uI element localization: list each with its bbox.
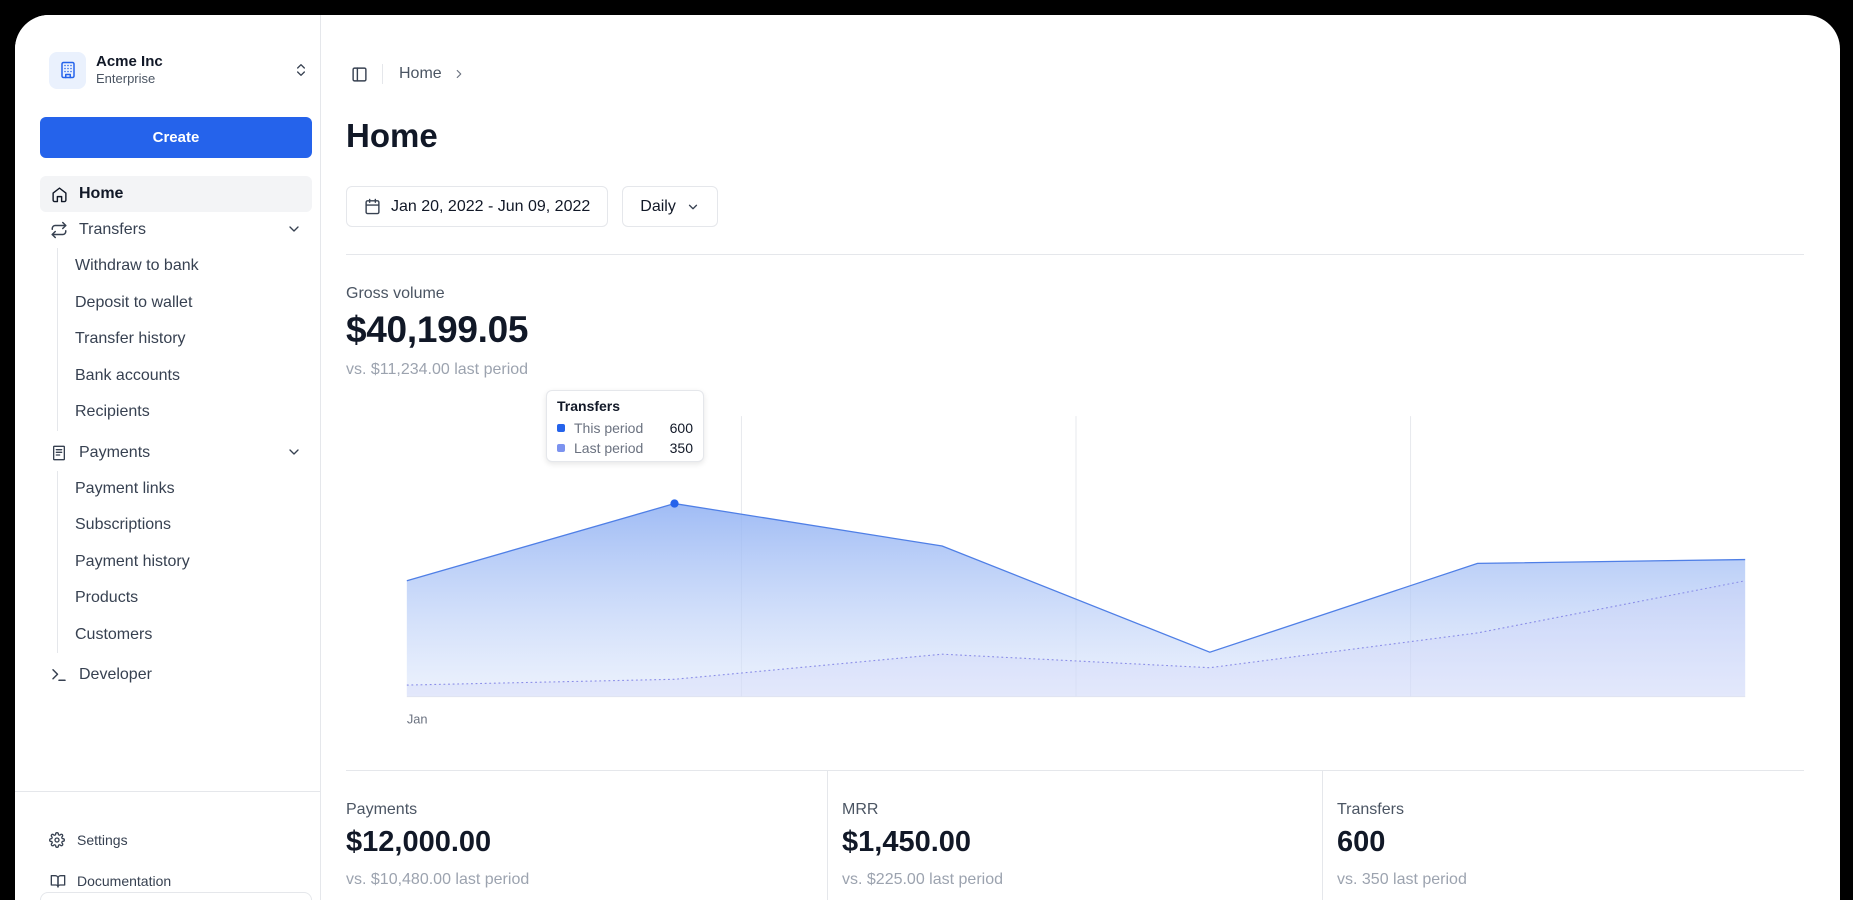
sidebar-item-payment-history[interactable]: Payment history: [75, 544, 312, 581]
documentation-link[interactable]: Documentation: [49, 869, 171, 893]
calendar-icon: [364, 198, 381, 215]
sidebar-item-deposit-to-wallet[interactable]: Deposit to wallet: [75, 285, 312, 322]
tooltip-row: Last period 350: [557, 438, 693, 458]
chart-tooltip: Transfers This period 600 Last period 35…: [546, 390, 704, 462]
this-period-swatch: [557, 424, 565, 432]
terminal-icon: [50, 666, 68, 684]
payments-subnav: Payment links Subscriptions Payment hist…: [57, 470, 312, 654]
sidebar-item-label: Payments: [79, 443, 151, 461]
org-switcher[interactable]: Acme Inc Enterprise: [49, 51, 317, 89]
sidebar-item-recipients[interactable]: Recipients: [75, 394, 312, 431]
metric-divider: [827, 770, 828, 900]
interval-select[interactable]: Daily: [622, 186, 718, 227]
gross-volume-label: Gross volume: [346, 285, 445, 302]
topbar-separator: [382, 64, 383, 84]
transfers-subnav: Withdraw to bank Deposit to wallet Trans…: [57, 248, 312, 431]
chevron-down-icon: [286, 221, 302, 242]
metric-card-mrr[interactable]: MRR $1,450.00 vs. $225.00 last period: [842, 770, 1322, 900]
tooltip-row-value: 350: [669, 440, 693, 456]
date-range-picker[interactable]: Jan 20, 2022 - Jun 09, 2022: [346, 186, 609, 227]
filters-divider: [346, 254, 1804, 255]
sidebar-item-products[interactable]: Products: [75, 580, 312, 617]
tooltip-row-value: 600: [669, 420, 693, 436]
sidebar-item-home[interactable]: Home: [40, 176, 312, 212]
sidebar-item-payment-links[interactable]: Payment links: [75, 471, 312, 508]
arrows-transfer-icon: [50, 221, 68, 239]
app-window: Acme Inc Enterprise Create Home Transfer…: [15, 15, 1840, 900]
documentation-label: Documentation: [77, 873, 172, 889]
sidebar-nav: Home Transfers Withdraw to bank Deposit …: [40, 176, 312, 693]
create-button[interactable]: Create: [40, 117, 312, 158]
tooltip-title: Transfers: [557, 398, 621, 414]
metric-value: $12,000.00: [346, 826, 492, 858]
metric-compare: vs. $10,480.00 last period: [346, 871, 530, 888]
sidebar-item-label: Developer: [79, 666, 152, 683]
gross-volume-compare: vs. $11,234.00 last period: [346, 361, 529, 378]
metric-label: MRR: [842, 801, 879, 818]
sidebar-item-transfers[interactable]: Transfers: [40, 212, 312, 248]
settings-link[interactable]: Settings: [49, 828, 128, 852]
topbar: Home: [346, 61, 466, 87]
metric-value: $1,450.00: [842, 826, 972, 858]
metric-label: Transfers: [1337, 801, 1404, 818]
gross-volume-value: $40,199.05: [346, 309, 529, 350]
sidebar-item-bank-accounts[interactable]: Bank accounts: [75, 358, 312, 395]
metric-compare: vs. $225.00 last period: [842, 871, 1003, 888]
main-content: Home Home Jan 20, 2022 - Jun 09, 2022 Da…: [321, 15, 1840, 900]
metric-compare: vs. 350 last period: [1337, 871, 1467, 888]
sidebar: Acme Inc Enterprise Create Home Transfer…: [15, 15, 321, 900]
user-card[interactable]: [40, 892, 312, 900]
tooltip-row: This period 600: [557, 418, 693, 438]
sidebar-footer: [15, 791, 321, 792]
sidebar-item-payments[interactable]: Payments: [40, 435, 312, 471]
sidebar-item-subscriptions[interactable]: Subscriptions: [75, 507, 312, 544]
sidebar-item-customers[interactable]: Customers: [75, 617, 312, 654]
home-icon: [50, 185, 68, 203]
tooltip-row-label: Last period: [574, 440, 644, 456]
metric-value: 600: [1337, 826, 1386, 858]
sidebar-item-developer[interactable]: Developer: [40, 657, 312, 693]
chevron-down-icon: [286, 444, 302, 465]
settings-label: Settings: [77, 832, 128, 848]
date-range-label: Jan 20, 2022 - Jun 09, 2022: [391, 197, 591, 215]
sidebar-item-label: Transfers: [79, 221, 146, 238]
x-axis-tick-label: Jan: [407, 711, 428, 726]
building-icon: [49, 51, 86, 89]
metric-label: Payments: [346, 801, 418, 818]
book-open-icon: [49, 873, 67, 889]
chevron-right-icon: [452, 67, 466, 81]
chevron-down-icon: [686, 200, 700, 214]
interval-label: Daily: [640, 197, 676, 215]
metrics-row: Payments $12,000.00 vs. $10,480.00 last …: [346, 770, 1806, 900]
sidebar-item-label: Home: [79, 185, 124, 202]
chevrons-up-down-icon[interactable]: [293, 61, 309, 84]
metric-card-payments[interactable]: Payments $12,000.00 vs. $10,480.00 last …: [346, 770, 826, 900]
highlight-point: [670, 499, 679, 508]
metric-divider: [1322, 770, 1323, 900]
gear-icon: [49, 832, 67, 848]
tooltip-row-label: This period: [574, 420, 644, 436]
org-plan: Enterprise: [96, 71, 156, 86]
metric-card-transfers[interactable]: Transfers 600 vs. 350 last period: [1337, 770, 1807, 900]
receipt-icon: [50, 444, 68, 462]
filters: Jan 20, 2022 - Jun 09, 2022 Daily: [346, 186, 718, 227]
org-name: Acme Inc: [96, 53, 163, 70]
breadcrumb-home[interactable]: Home: [399, 65, 442, 83]
sidebar-toggle-icon[interactable]: [346, 61, 372, 87]
page-title: Home: [346, 117, 438, 154]
sidebar-item-withdraw-to-bank[interactable]: Withdraw to bank: [75, 248, 312, 285]
last-period-swatch: [557, 444, 565, 452]
sidebar-item-transfer-history[interactable]: Transfer history: [75, 321, 312, 358]
